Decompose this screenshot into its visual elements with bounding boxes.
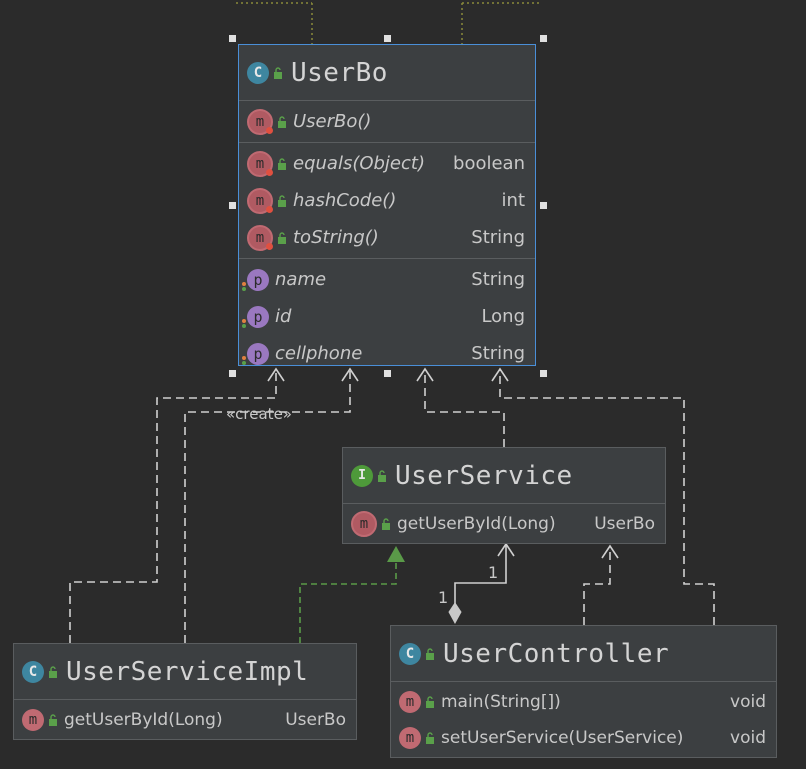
properties-section: p name String p id Long p cellphone Stri… — [239, 259, 535, 374]
public-lock-icon — [378, 469, 386, 482]
method-return-type: UserBo — [594, 514, 655, 534]
class-header: C UserServiceImpl — [14, 644, 356, 700]
resize-handle-bl[interactable] — [229, 370, 236, 377]
methods-section: m equals(Object) boolean m hashCode() in… — [239, 143, 535, 259]
realization-triangle — [387, 546, 405, 562]
property-type: String — [471, 343, 525, 364]
multiplicity-target-label: 1 — [488, 563, 499, 582]
constructor-name: UserBo() — [293, 111, 372, 132]
method-name: getUserById(Long) — [64, 710, 223, 730]
class-userbo[interactable]: C UserBo m UserBo() m equals(Object) boo… — [238, 44, 536, 366]
runnable-class-icon: C — [399, 642, 421, 665]
constructors-section: m UserBo() — [239, 101, 535, 143]
property-icon: p — [242, 268, 269, 291]
property-name: cellphone — [275, 343, 363, 364]
method-icon: m — [247, 150, 273, 177]
edge-controller-to-service[interactable] — [583, 548, 611, 625]
interface-name: UserService — [395, 460, 573, 491]
method-icon: m — [399, 727, 421, 749]
property-icon: p — [242, 342, 269, 365]
property-row[interactable]: p name String — [239, 261, 535, 298]
method-return-type: boolean — [453, 153, 525, 174]
method-name: equals(Object) — [293, 153, 425, 174]
methods-section: m getUserById(Long) UserBo — [343, 504, 665, 544]
resize-handle-mr[interactable] — [540, 202, 547, 209]
public-lock-icon — [278, 115, 286, 128]
interface-icon: I — [351, 464, 373, 487]
class-userserviceimpl[interactable]: C UserServiceImpl m getUserById(Long) Us… — [13, 643, 357, 740]
class-header: C UserBo — [239, 45, 535, 101]
property-row[interactable]: p id Long — [239, 298, 535, 335]
method-name: main(String[]) — [441, 692, 561, 712]
method-row[interactable]: m main(String[]) void — [391, 684, 776, 720]
public-lock-icon — [274, 66, 282, 79]
method-return-type: String — [471, 227, 525, 248]
property-type: Long — [481, 306, 525, 327]
resize-handle-ml[interactable] — [229, 202, 236, 209]
edge-service-to-userbo[interactable] — [424, 370, 505, 447]
methods-section: m main(String[]) void m setUserService(U… — [391, 682, 776, 758]
method-name: setUserService(UserService) — [441, 728, 684, 748]
method-return-type: UserBo — [285, 710, 346, 730]
aggregation-diamond — [448, 602, 462, 625]
method-icon: m — [22, 709, 44, 731]
constructor-row[interactable]: m UserBo() — [239, 103, 535, 140]
class-header: C UserController — [391, 626, 776, 682]
method-row[interactable]: m getUserById(Long) UserBo — [14, 702, 356, 738]
resize-handle-tr[interactable] — [540, 35, 547, 42]
multiplicity-source-label: 1 — [438, 588, 449, 607]
interface-userservice[interactable]: I UserService m getUserById(Long) UserBo — [342, 447, 666, 544]
class-name: UserBo — [291, 57, 388, 88]
edge-impl-realizes-service[interactable] — [299, 562, 397, 643]
property-name: name — [275, 269, 327, 290]
property-name: id — [275, 306, 292, 327]
public-lock-icon — [278, 157, 286, 170]
public-lock-icon — [49, 665, 57, 678]
public-lock-icon — [49, 714, 57, 726]
method-return-type: void — [730, 728, 766, 748]
property-type: String — [471, 269, 525, 290]
method-name: getUserById(Long) — [397, 514, 556, 534]
class-icon: C — [22, 660, 44, 683]
public-lock-icon — [278, 194, 286, 207]
public-lock-icon — [382, 518, 390, 530]
methods-section: m getUserById(Long) UserBo — [14, 700, 356, 740]
stereotype-create-label: «create» — [226, 405, 292, 423]
public-lock-icon — [426, 732, 434, 744]
method-name: hashCode() — [293, 190, 397, 211]
method-row[interactable]: m setUserService(UserService) void — [391, 720, 776, 756]
resize-handle-tm[interactable] — [384, 35, 391, 42]
method-return-type: int — [501, 190, 525, 211]
class-usercontroller[interactable]: C UserController m main(String[]) void m… — [390, 625, 777, 758]
method-row[interactable]: m equals(Object) boolean — [239, 145, 535, 182]
method-name: toString() — [293, 227, 379, 248]
public-lock-icon — [426, 647, 434, 660]
property-row[interactable]: p cellphone String — [239, 335, 535, 372]
method-row[interactable]: m getUserById(Long) UserBo — [343, 506, 665, 542]
method-icon: m — [247, 187, 273, 214]
static-method-icon: m — [399, 691, 421, 713]
abstract-method-icon: m — [351, 511, 377, 537]
class-name: UserController — [443, 638, 670, 669]
resize-handle-br[interactable] — [540, 370, 547, 377]
public-lock-icon — [278, 231, 286, 244]
class-name: UserServiceImpl — [66, 656, 309, 687]
public-lock-icon — [426, 696, 434, 708]
interface-header: I UserService — [343, 448, 665, 504]
class-icon: C — [247, 61, 269, 84]
property-icon: p — [242, 305, 269, 328]
method-row[interactable]: m toString() String — [239, 219, 535, 256]
method-icon: m — [247, 224, 273, 251]
method-row[interactable]: m hashCode() int — [239, 182, 535, 219]
method-return-type: void — [730, 692, 766, 712]
resize-handle-tl[interactable] — [229, 35, 236, 42]
method-icon: m — [247, 108, 273, 135]
